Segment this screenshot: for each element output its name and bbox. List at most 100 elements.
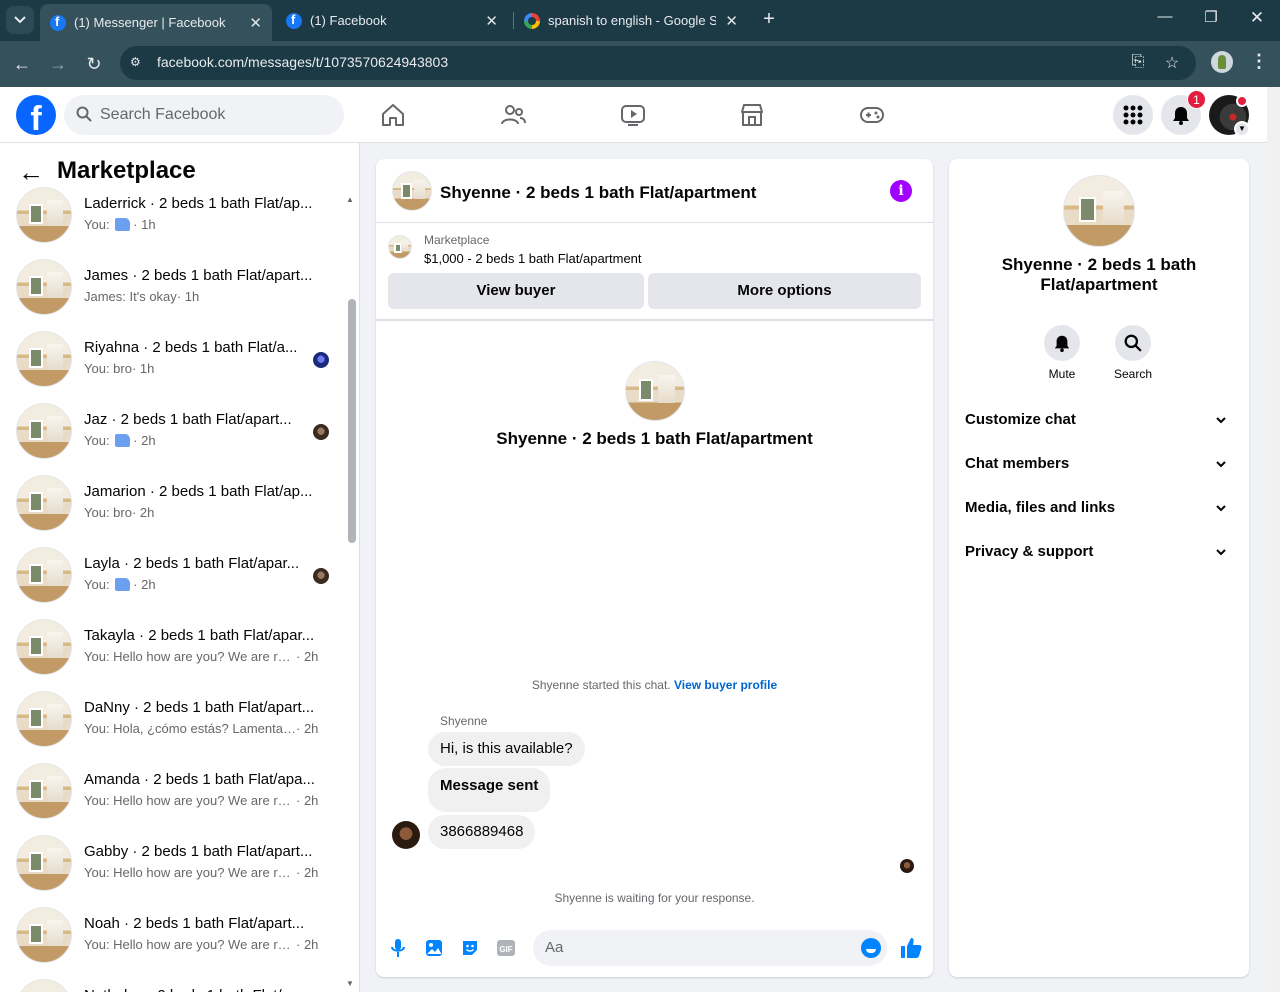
emoji-icon[interactable]: [861, 938, 881, 958]
chat-header-thumbnail[interactable]: [392, 171, 432, 211]
conversation-item[interactable]: Nathalee · 2 beds 1 bath Flat/...: [16, 979, 341, 992]
video-icon[interactable]: [619, 101, 647, 129]
mute-button[interactable]: Mute: [1027, 325, 1097, 381]
bookmark-star-icon[interactable]: ☆: [1162, 53, 1182, 73]
tab-google-search[interactable]: spanish to english - Google Sea ✕: [514, 6, 748, 35]
chevron-down-icon: [1216, 505, 1226, 512]
browser-profile-avatar[interactable]: [1211, 51, 1233, 73]
friends-icon[interactable]: [499, 101, 527, 129]
snippet-text: You: bro: [84, 361, 132, 376]
details-title: Shyenne · 2 beds 1 bath Flat/apartment: [1001, 255, 1197, 294]
back-icon[interactable]: ←: [10, 52, 34, 76]
conversation-thumbnail: [16, 835, 72, 891]
message-bubble[interactable]: Hi, is this available?: [428, 732, 585, 766]
gaming-icon[interactable]: [858, 101, 886, 129]
scroll-down-icon[interactable]: ▼: [346, 979, 354, 988]
back-arrow-icon[interactable]: ←: [18, 159, 46, 187]
details-thumbnail[interactable]: [1063, 175, 1135, 247]
listing-thumbnail[interactable]: [388, 235, 412, 259]
reload-icon[interactable]: ↻: [82, 52, 106, 76]
account-chevron-icon[interactable]: ▼: [1234, 121, 1250, 137]
site-settings-icon[interactable]: ⚙: [130, 55, 146, 71]
message-bubble[interactable]: Message sent: [428, 768, 551, 812]
thumbs-up-icon[interactable]: [899, 936, 923, 960]
address-bar[interactable]: ⚙ facebook.com/messages/t/10735706249438…: [120, 46, 1196, 80]
chat-intro-thumbnail: [625, 361, 685, 421]
privacy-support-row[interactable]: Privacy & support: [957, 532, 1241, 572]
sticker-icon[interactable]: [460, 938, 480, 958]
conversation-item[interactable]: Jamarion · 2 beds 1 bath Flat/ap... You: …: [16, 475, 341, 535]
tab-messenger[interactable]: (1) Messenger | Facebook ✕: [40, 4, 272, 41]
view-buyer-profile-link[interactable]: View buyer profile: [674, 678, 777, 692]
conversation-thumbnail: [16, 403, 72, 459]
marketplace-icon[interactable]: [738, 101, 766, 129]
chat-title[interactable]: Shyenne · 2 beds 1 bath Flat/apartment: [440, 183, 756, 203]
page-scrollbar[interactable]: [1267, 87, 1280, 992]
search-conversation-button[interactable]: Search: [1098, 325, 1168, 381]
chat-intro-title: Shyenne · 2 beds 1 bath Flat/apartment: [496, 429, 813, 448]
conversation-thumbnail: [16, 979, 72, 992]
sidebar-scroll-thumb[interactable]: [348, 299, 356, 543]
conversation-item[interactable]: Takayla · 2 beds 1 bath Flat/apar... You:…: [16, 619, 341, 679]
menu-grid-button[interactable]: [1113, 95, 1153, 135]
snippet-time: · 2h: [133, 433, 156, 448]
tab-search-button[interactable]: [6, 6, 34, 34]
chevron-down-icon: [1216, 417, 1226, 424]
google-favicon-icon: [524, 12, 540, 29]
conversation-item[interactable]: Layla · 2 beds 1 bath Flat/apar... You: ·…: [16, 547, 341, 607]
read-receipt-avatar: [313, 568, 329, 584]
snippet-time: · 2h: [296, 793, 319, 808]
media-files-links-row[interactable]: Media, files and links: [957, 488, 1241, 528]
gif-icon[interactable]: GIF: [496, 938, 516, 958]
close-tab-icon[interactable]: ✕: [249, 14, 262, 32]
install-app-icon[interactable]: ⎘: [1128, 53, 1148, 73]
restore-icon[interactable]: ❐: [1196, 8, 1226, 32]
facebook-logo-icon[interactable]: f: [16, 95, 56, 135]
conversation-item[interactable]: Noah · 2 beds 1 bath Flat/apart... You: H…: [16, 907, 341, 967]
scroll-up-icon[interactable]: ▲: [346, 195, 354, 204]
tab-facebook[interactable]: (1) Facebook ✕: [276, 6, 508, 35]
more-options-button[interactable]: More options: [648, 273, 921, 309]
listing-price: $1,000 - 2 beds 1 bath Flat/apartment: [424, 251, 642, 266]
search-input[interactable]: Search Facebook: [64, 95, 344, 135]
snippet-text: James: It's okay: [84, 289, 177, 304]
conversation-item[interactable]: DaNny · 2 beds 1 bath Flat/apart... You: …: [16, 691, 341, 751]
thumbs-up-icon: [115, 218, 131, 231]
microphone-icon[interactable]: [388, 938, 408, 958]
customize-chat-row[interactable]: Customize chat: [957, 400, 1241, 440]
conversation-snippet: You: Hello how are you? We are rea... · 2…: [84, 649, 324, 664]
conversation-item[interactable]: Laderrick · 2 beds 1 bath Flat/ap... You:…: [16, 187, 341, 247]
facebook-header: f Search Facebook 1 ▼: [0, 87, 1267, 143]
browser-toolbar: ← → ↻ ⚙ facebook.com/messages/t/10735706…: [0, 41, 1280, 87]
tab-title: (1) Facebook: [310, 13, 387, 28]
chevron-down-icon: [14, 16, 26, 24]
chat-members-row[interactable]: Chat members: [957, 444, 1241, 484]
close-tab-icon[interactable]: ✕: [485, 12, 498, 30]
snippet-text: You: Hello how are you? We are rea...: [84, 649, 296, 664]
chat-started-notice: Shyenne started this chat. View buyer pr…: [376, 678, 933, 692]
browser-menu-icon[interactable]: ⋮: [1250, 51, 1268, 72]
conversation-name: Jaz · 2 beds 1 bath Flat/apart...: [84, 411, 292, 428]
home-icon[interactable]: [379, 101, 407, 129]
conversation-snippet: You: Hello how are you? We are rea... · 2…: [84, 865, 324, 880]
view-buyer-button[interactable]: View buyer: [388, 273, 644, 309]
new-tab-icon[interactable]: +: [758, 8, 780, 30]
url-text[interactable]: facebook.com/messages/t/1073570624943803: [157, 54, 448, 70]
message-bubble[interactable]: 3866889468: [428, 815, 536, 849]
conversation-item[interactable]: Riyahna · 2 beds 1 bath Flat/a... You: br…: [16, 331, 341, 391]
conversation-item[interactable]: Jaz · 2 beds 1 bath Flat/apart... You: · …: [16, 403, 341, 463]
minimize-icon[interactable]: —: [1150, 8, 1180, 32]
bell-icon: [1173, 107, 1189, 125]
conversation-item[interactable]: Gabby · 2 beds 1 bath Flat/apart... You: …: [16, 835, 341, 895]
photo-icon[interactable]: [424, 938, 444, 958]
close-window-icon[interactable]: ✕: [1242, 8, 1272, 32]
info-icon[interactable]: i: [890, 180, 912, 202]
close-tab-icon[interactable]: ✕: [725, 12, 738, 30]
conversation-item[interactable]: Amanda · 2 beds 1 bath Flat/apa... You: H…: [16, 763, 341, 823]
sender-avatar[interactable]: [392, 821, 420, 849]
facebook-favicon-icon: [286, 12, 302, 29]
message-input[interactable]: Aa: [533, 930, 887, 966]
forward-icon[interactable]: →: [46, 52, 70, 76]
conversation-snippet: You: Hello how are you? We are rea... · 2…: [84, 793, 324, 808]
conversation-item[interactable]: James · 2 beds 1 bath Flat/apart... James…: [16, 259, 341, 319]
